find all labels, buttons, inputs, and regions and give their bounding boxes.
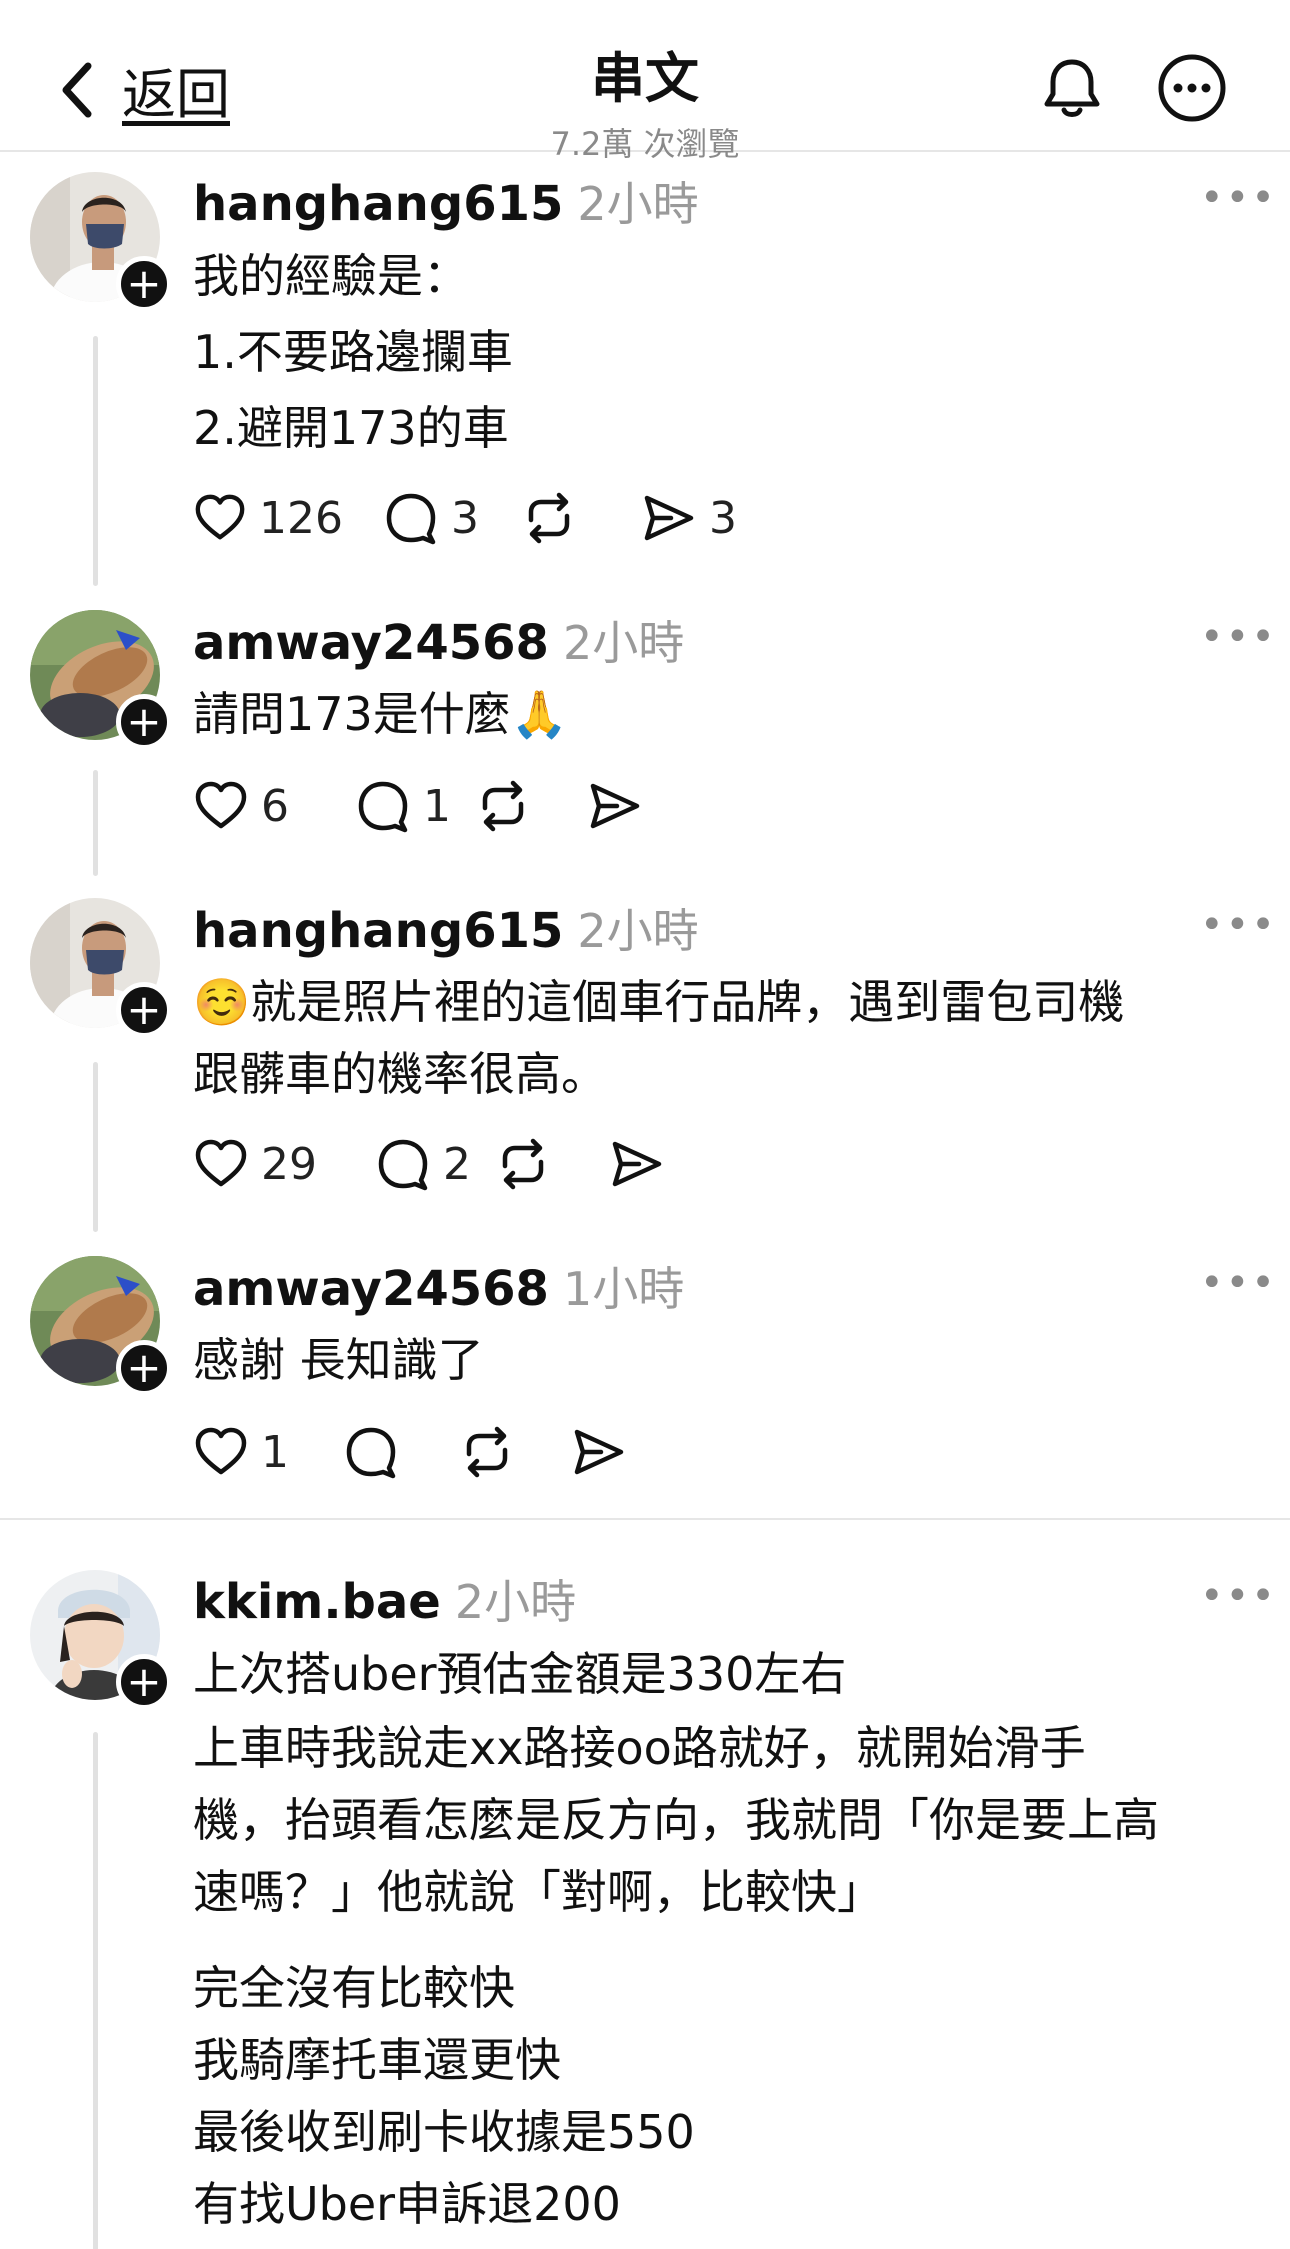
timestamp: 2小時 — [454, 1575, 577, 1629]
thread-line — [93, 1062, 98, 1232]
like-count: 126 — [259, 492, 343, 544]
post-text: 上次搭uber預估金額是330左右 上車時我說走xx路接oo路就好，就開始滑手 … — [193, 1636, 1253, 2240]
text-line: 感謝 長知識了 — [193, 1333, 484, 1387]
share-count: 3 — [709, 492, 737, 544]
thread-line — [93, 770, 98, 876]
send-icon — [590, 783, 640, 829]
like-button[interactable]: 6 — [193, 778, 303, 834]
follow-plus-button[interactable]: + — [116, 256, 172, 312]
repost-button[interactable] — [475, 778, 555, 834]
text-line: 2.避開173的車 — [193, 401, 509, 455]
follow-plus-button[interactable]: + — [116, 1340, 172, 1396]
repost-icon — [482, 780, 524, 832]
post-text: 感謝 長知識了 — [193, 1324, 1253, 1396]
share-button[interactable] — [609, 1136, 665, 1192]
timestamp: 2小時 — [577, 177, 699, 231]
post-text: 我的經驗是： 1.不要路邊攔車 2.避開173的車 — [193, 240, 1253, 464]
text-line: 我的經驗是： — [193, 249, 469, 303]
share-button[interactable] — [571, 1424, 627, 1480]
text-line: 1.不要路邊攔車 — [193, 325, 513, 379]
text-line: 有找Uber申訴退200 — [193, 2177, 621, 2231]
more-dots-icon[interactable]: ••• — [1200, 178, 1277, 218]
follow-plus-button[interactable]: + — [116, 694, 172, 750]
like-count: 1 — [261, 1426, 289, 1478]
text-line: 上次搭uber預估金額是330左右 — [193, 1647, 847, 1701]
heart-icon — [195, 781, 247, 829]
heart-icon — [195, 494, 245, 540]
post-header: amway24568 2小時 — [193, 607, 684, 673]
share-button[interactable] — [587, 778, 643, 834]
post-header: kkim.bae 2小時 — [193, 1566, 576, 1632]
repost-button[interactable] — [459, 1424, 539, 1480]
username[interactable]: hanghang615 — [193, 176, 563, 232]
more-dots-icon[interactable]: ••• — [1200, 1263, 1277, 1303]
comment-count: 1 — [423, 780, 451, 832]
like-count: 29 — [261, 1138, 317, 1190]
like-button[interactable]: 29 — [193, 1136, 323, 1192]
repost-icon — [502, 1138, 544, 1190]
like-count: 6 — [261, 780, 289, 832]
username[interactable]: kkim.bae — [193, 1574, 441, 1630]
more-dots-icon[interactable]: ••• — [1200, 617, 1277, 657]
action-bar: 1 — [193, 1422, 627, 1482]
repost-button[interactable] — [495, 1136, 575, 1192]
like-button[interactable]: 126 — [193, 490, 343, 546]
text-line: 最後收到刷卡收據是550 — [193, 2105, 695, 2159]
action-bar: 126 3 3 — [193, 488, 737, 548]
comment-button[interactable]: 2 — [375, 1136, 475, 1192]
action-bar: 6 1 — [193, 776, 643, 836]
username[interactable]: amway24568 — [193, 615, 549, 671]
send-icon — [644, 495, 694, 541]
comment-icon — [346, 1427, 396, 1479]
view-count: 7.2萬 次瀏覽 — [550, 125, 740, 163]
thread-line — [93, 1732, 98, 2249]
comment-icon — [378, 1139, 428, 1191]
text-line: 速嗎？」他就說「對啊，比較快」 — [193, 1865, 883, 1919]
comment-button[interactable] — [343, 1424, 423, 1480]
more-options-icon[interactable] — [1156, 52, 1228, 124]
text-line: 請問173是什麼🙏 — [193, 687, 569, 741]
comment-count: 3 — [451, 492, 479, 544]
repost-icon — [528, 492, 570, 544]
post-header: amway24568 1小時 — [193, 1253, 684, 1319]
top-bar: 返回 串文 7.2萬 次瀏覽 — [0, 0, 1290, 163]
send-icon — [574, 1429, 624, 1475]
timestamp: 2小時 — [577, 904, 699, 958]
like-button[interactable]: 1 — [193, 1424, 303, 1480]
text-line: 機，抬頭看怎麼是反方向，我就問「你是要上高 — [193, 1793, 1159, 1847]
text-line: ☺️就是照片裡的這個車行品牌，遇到雷包司機 — [193, 975, 1125, 1029]
post-header: hanghang615 2小時 — [193, 168, 699, 234]
action-bar: 29 2 — [193, 1134, 665, 1194]
text-line: 我騎摩托車還更快 — [193, 2033, 561, 2087]
text-line: 上車時我說走xx路接oo路就好，就開始滑手 — [193, 1721, 1086, 1775]
thread-line — [93, 336, 98, 586]
bell-icon[interactable] — [1036, 52, 1108, 124]
follow-plus-button[interactable]: + — [116, 1654, 172, 1710]
more-dots-icon[interactable]: ••• — [1200, 905, 1277, 945]
username[interactable]: hanghang615 — [193, 903, 563, 959]
post-header: hanghang615 2小時 — [193, 895, 699, 961]
comment-icon — [386, 493, 436, 545]
timestamp: 1小時 — [562, 1262, 685, 1316]
text-line: 完全沒有比較快 — [193, 1961, 515, 2015]
more-dots-icon[interactable]: ••• — [1200, 1576, 1277, 1616]
comment-count: 2 — [443, 1138, 471, 1190]
comment-button[interactable]: 3 — [383, 490, 493, 546]
follow-plus-button[interactable]: + — [116, 982, 172, 1038]
heart-icon — [195, 1427, 247, 1475]
timestamp: 2小時 — [562, 616, 685, 670]
post-text: 請問173是什麼🙏 — [193, 678, 1253, 750]
username[interactable]: amway24568 — [193, 1261, 549, 1317]
repost-icon — [466, 1426, 508, 1478]
post-text: ☺️就是照片裡的這個車行品牌，遇到雷包司機 跟髒車的機率很高。 — [193, 966, 1253, 1110]
send-icon — [612, 1141, 662, 1187]
repost-button[interactable] — [521, 490, 601, 546]
comment-icon — [358, 781, 408, 833]
heart-icon — [195, 1139, 247, 1187]
share-button[interactable]: 3 — [641, 490, 737, 546]
section-divider — [0, 1518, 1290, 1520]
comment-button[interactable]: 1 — [355, 778, 455, 834]
text-line: 跟髒車的機率很高。 — [193, 1047, 607, 1101]
